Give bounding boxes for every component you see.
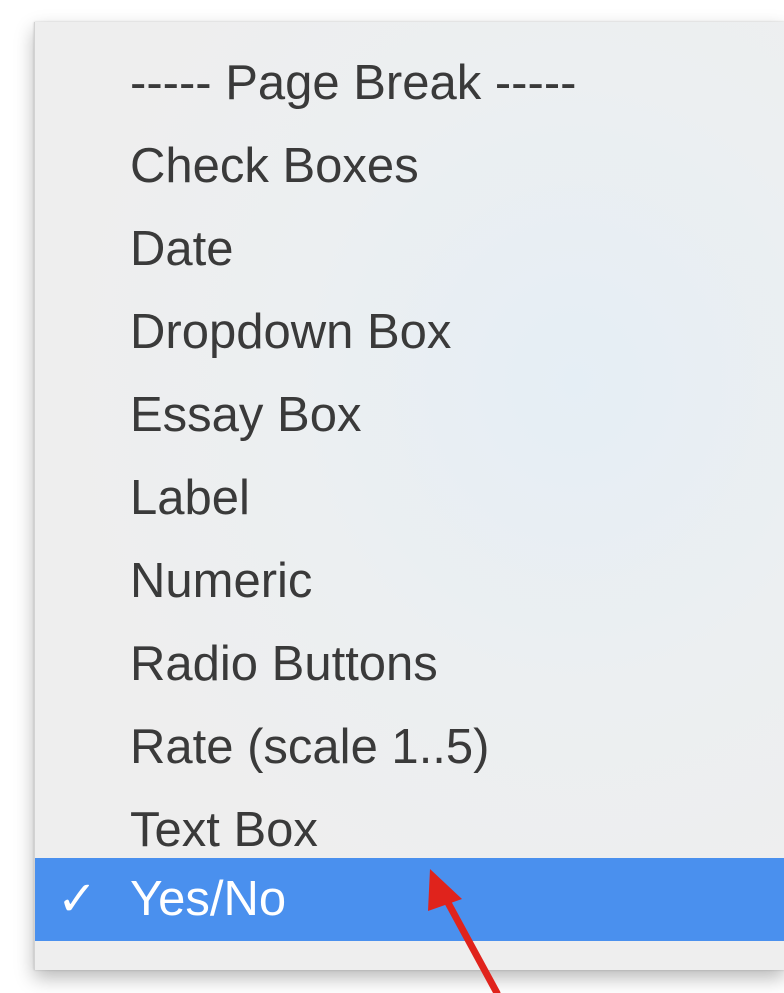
menu-item-page-break[interactable]: ----- Page Break ----- (35, 42, 784, 125)
menu-item-dropdown-box[interactable]: Dropdown Box (35, 291, 784, 374)
menu-item-label: Check Boxes (130, 139, 419, 193)
menu-item-radio-buttons[interactable]: Radio Buttons (35, 623, 784, 706)
field-type-dropdown-menu: ----- Page Break ----- Check Boxes Date … (34, 22, 784, 970)
menu-item-rate[interactable]: Rate (scale 1..5) (35, 706, 784, 789)
menu-item-label-field[interactable]: Label (35, 457, 784, 540)
menu-item-date[interactable]: Date (35, 208, 784, 291)
menu-item-yes-no[interactable]: ✓ Yes/No (35, 858, 784, 941)
menu-item-essay-box[interactable]: Essay Box (35, 374, 784, 457)
menu-item-label: Date (130, 222, 234, 276)
menu-item-label: Rate (scale 1..5) (130, 720, 490, 774)
screenshot-frame: ----- Page Break ----- Check Boxes Date … (0, 0, 784, 993)
menu-item-label: ----- Page Break ----- (130, 56, 577, 110)
menu-item-numeric[interactable]: Numeric (35, 540, 784, 623)
menu-item-label: Radio Buttons (130, 637, 438, 691)
menu-item-check-boxes[interactable]: Check Boxes (35, 125, 784, 208)
menu-item-label: Dropdown Box (130, 305, 452, 359)
menu-item-label: Label (130, 471, 250, 525)
menu-item-label: Yes/No (130, 872, 287, 926)
menu-item-label: Essay Box (130, 388, 362, 442)
menu-item-label: Numeric (130, 554, 313, 608)
checkmark-icon: ✓ (57, 873, 98, 926)
